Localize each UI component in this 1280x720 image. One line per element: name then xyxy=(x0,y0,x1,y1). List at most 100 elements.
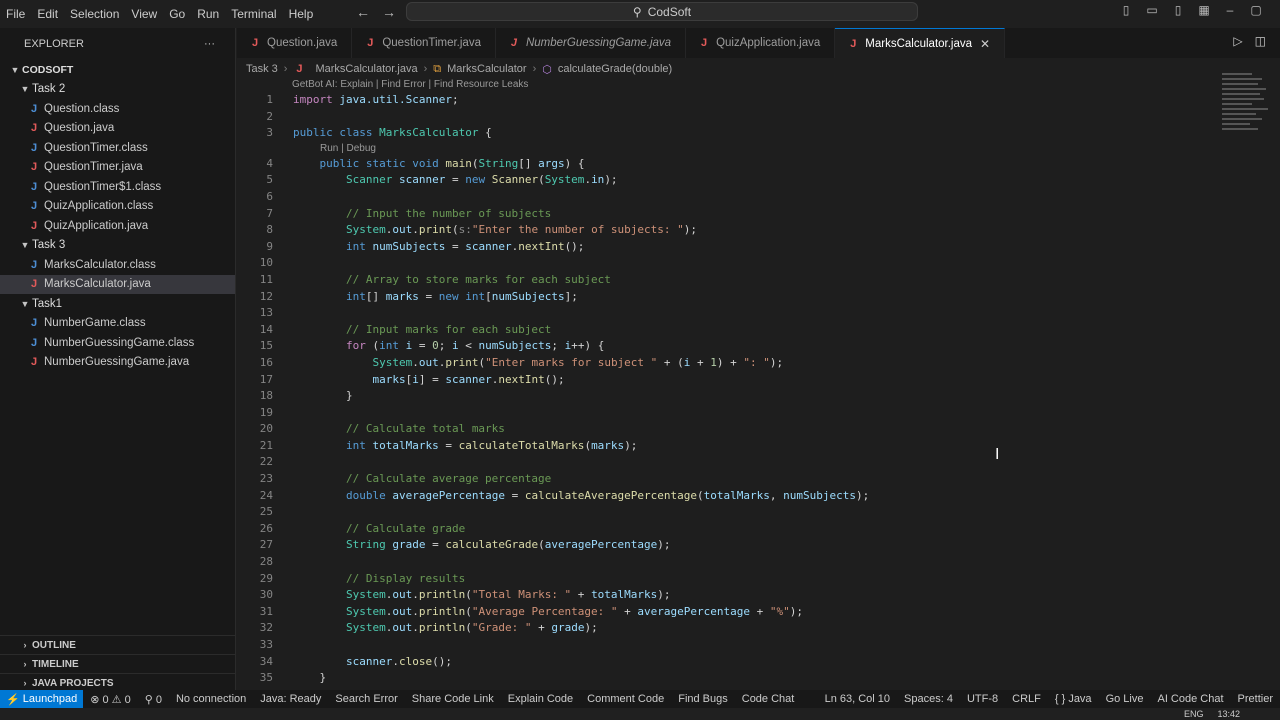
cursor-position[interactable]: Ln 63, Col 10 xyxy=(818,693,897,705)
timeline-section[interactable]: › TIMELINE xyxy=(0,654,236,673)
code-string: "Enter the number of subjects: " xyxy=(471,223,684,237)
breadcrumb-method[interactable]: calculateGrade(double) xyxy=(558,63,672,75)
file-item[interactable]: J Question.class xyxy=(0,99,235,119)
breadcrumb-class[interactable]: MarksCalculator xyxy=(447,63,526,75)
file-item[interactable]: J QuizApplication.class xyxy=(0,197,235,217)
go-live-button[interactable]: Go Live xyxy=(1099,693,1151,705)
file-item[interactable]: J NumberGuessingGame.class xyxy=(0,333,235,353)
minimize-icon[interactable]: – xyxy=(1222,3,1238,17)
file-item[interactable]: J QuizApplication.java xyxy=(0,216,235,236)
java-file-icon: J xyxy=(367,37,374,49)
chevron-right-icon: › xyxy=(283,63,288,75)
tab-quizapplication-java[interactable]: J QuizApplication.java xyxy=(686,28,836,58)
file-item[interactable]: J Question.java xyxy=(0,119,235,139)
file-label: MarksCalculator.class xyxy=(44,258,156,271)
tab-markscalculator-java[interactable]: J MarksCalculator.java ✕ xyxy=(835,28,1006,58)
remote-label: Launchpad xyxy=(22,693,78,705)
language-mode[interactable]: { } Java xyxy=(1048,693,1099,705)
code-chat-button[interactable]: Code Chat xyxy=(735,693,802,705)
file-item-selected[interactable]: J MarksCalculator.java xyxy=(0,274,235,294)
run-icon[interactable]: ▷ xyxy=(1233,34,1242,48)
folder-task1[interactable]: ▼ Task1 xyxy=(0,294,235,314)
codelens-top[interactable]: GetBot AI: Explain | Find Error | Find R… xyxy=(237,78,1217,92)
code-line: 9 int numSubjects = scanner.nextInt(); xyxy=(266,239,585,253)
menu-go[interactable]: Go xyxy=(163,7,191,21)
encoding[interactable]: UTF-8 xyxy=(960,693,1005,705)
status-right: Ln 63, Col 10 Spaces: 4 UTF-8 CRLF { } J… xyxy=(818,693,1280,705)
toggle-sidebar-icon[interactable]: ▯ xyxy=(1118,3,1134,17)
menu-run[interactable]: Run xyxy=(191,7,225,21)
breadcrumb-file[interactable]: MarksCalculator.java xyxy=(315,63,417,75)
connection-status[interactable]: No connection xyxy=(169,693,253,705)
folder-label: Task 3 xyxy=(32,239,66,252)
java-file-icon: J xyxy=(30,278,38,291)
file-label: QuizApplication.class xyxy=(44,200,154,213)
breadcrumb-folder[interactable]: Task 3 xyxy=(246,63,278,75)
menu-edit[interactable]: Edit xyxy=(31,7,64,21)
menu-bar: File Edit Selection View Go Run Terminal… xyxy=(0,0,319,28)
input-language[interactable]: ENG xyxy=(1184,709,1204,719)
indentation[interactable]: Spaces: 4 xyxy=(897,693,960,705)
file-item[interactable]: J QuestionTimer.java xyxy=(0,158,235,178)
menu-file[interactable]: File xyxy=(0,7,31,21)
menu-terminal[interactable]: Terminal xyxy=(225,7,282,21)
java-status[interactable]: Java: Ready xyxy=(253,693,328,705)
java-class-file-icon: J xyxy=(30,102,38,115)
minimap[interactable] xyxy=(1222,70,1272,160)
menu-selection[interactable]: Selection xyxy=(64,7,125,21)
find-bugs-button[interactable]: Find Bugs xyxy=(671,693,735,705)
layout-icon[interactable]: ▦ xyxy=(1196,3,1212,17)
codelens-run-debug[interactable]: Run | Debug xyxy=(237,142,1217,156)
title-bar: File Edit Selection View Go Run Terminal… xyxy=(0,0,1280,28)
tab-questiontimer-java[interactable]: J QuestionTimer.java xyxy=(352,28,496,58)
comment-code-button[interactable]: Comment Code xyxy=(580,693,671,705)
navigation-arrows: ← → xyxy=(356,4,396,20)
menu-view[interactable]: View xyxy=(125,7,163,21)
file-item[interactable]: J NumberGame.class xyxy=(0,314,235,334)
folder-codsoft[interactable]: ▼ CODSOFT xyxy=(0,60,235,80)
file-item[interactable]: J QuestionTimer$1.class xyxy=(0,177,235,197)
search-error-button[interactable]: Search Error xyxy=(328,693,404,705)
file-item[interactable]: J NumberGuessingGame.java xyxy=(0,353,235,373)
chevron-right-icon: › xyxy=(423,63,428,75)
ports-indicator[interactable]: ⚲ 0 xyxy=(138,693,169,706)
tab-numberguessinggame-java[interactable]: J NumberGuessingGame.java xyxy=(496,28,687,58)
outline-section[interactable]: › OUTLINE xyxy=(0,635,236,654)
back-arrow-icon[interactable]: ← xyxy=(356,4,370,20)
ai-code-chat-button[interactable]: AI Code Chat xyxy=(1150,693,1230,705)
menu-help[interactable]: Help xyxy=(283,7,320,21)
close-icon[interactable]: ✕ xyxy=(980,37,990,51)
folder-label: Task 2 xyxy=(32,83,66,96)
code-string: "Average Percentage: " xyxy=(471,604,618,618)
forward-arrow-icon[interactable]: → xyxy=(382,4,396,20)
share-code-link-button[interactable]: Share Code Link xyxy=(405,693,501,705)
code-editor[interactable]: GetBot AI: Explain | Find Error | Find R… xyxy=(237,78,1217,690)
code-line: 13 xyxy=(259,306,273,320)
problems-indicator[interactable]: ⊗ 0 ⚠ 0 xyxy=(83,693,137,706)
more-actions-icon[interactable]: ··· xyxy=(204,38,215,50)
remote-indicator[interactable]: ⚡ Launchpad xyxy=(0,690,84,708)
explorer-sidebar: EXPLORER ··· ▼ CODSOFT ▼ Task 2 J Questio… xyxy=(0,28,236,692)
java-class-file-icon: J xyxy=(30,317,38,330)
folder-task3[interactable]: ▼ Task 3 xyxy=(0,236,235,256)
java-file-icon: J xyxy=(30,122,38,135)
folder-task2[interactable]: ▼ Task 2 xyxy=(0,80,235,100)
prettier-status[interactable]: Prettier xyxy=(1231,693,1280,705)
file-item[interactable]: J MarksCalculator.class xyxy=(0,255,235,275)
java-file-icon: J xyxy=(850,37,857,50)
code-line: 3 public class MarksCalculator { xyxy=(266,126,492,140)
line-endings[interactable]: CRLF xyxy=(1005,693,1048,705)
clock[interactable]: 13:42 xyxy=(1217,709,1240,719)
code-line: 29 // Display results xyxy=(259,571,466,585)
toggle-panel-icon[interactable]: ▭ xyxy=(1144,3,1160,17)
file-label: NumberGuessingGame.class xyxy=(44,336,195,349)
tab-question-java[interactable]: J Question.java xyxy=(237,28,353,58)
maximize-icon[interactable]: ▢ xyxy=(1248,3,1264,17)
explain-code-button[interactable]: Explain Code xyxy=(501,693,580,705)
toggle-secondary-sidebar-icon[interactable]: ▯ xyxy=(1170,3,1186,17)
editor-actions: ▷ ◫ xyxy=(1233,34,1266,48)
file-item[interactable]: J QuestionTimer.class xyxy=(0,138,235,158)
split-editor-icon[interactable]: ◫ xyxy=(1255,34,1266,48)
command-center-search[interactable]: ⚲ CodSoft xyxy=(406,2,918,21)
code-string: "Grade: " xyxy=(471,621,532,635)
